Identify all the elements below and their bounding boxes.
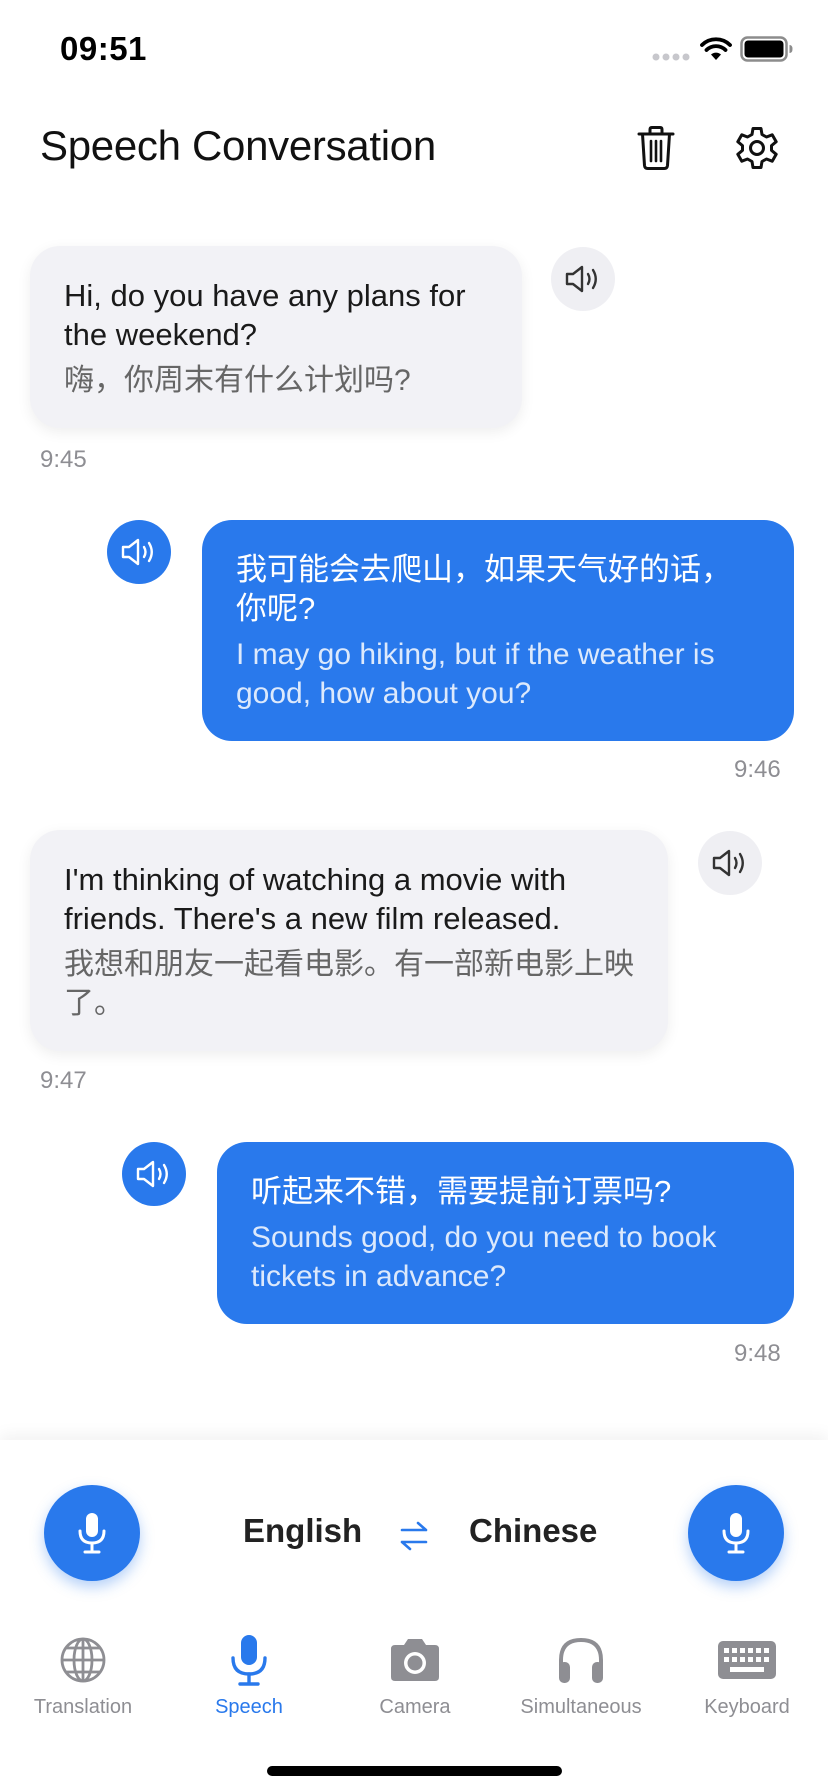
play-audio-button[interactable]: [551, 247, 615, 311]
message-original-text: 我可能会去爬山，如果天气好的话，你呢?: [236, 552, 732, 626]
speaker-icon: [565, 265, 597, 293]
tab-label: Keyboard: [704, 1696, 790, 1718]
globe-icon: [60, 1637, 106, 1683]
tab-label: Speech: [215, 1696, 283, 1718]
target-language-label[interactable]: Chinese: [469, 1512, 597, 1550]
record-chinese-button[interactable]: [688, 1485, 784, 1581]
message-timestamp: 9:47: [40, 1067, 87, 1094]
message-timestamp: 9:46: [734, 756, 781, 783]
tab-label: Simultaneous: [520, 1696, 642, 1718]
tab-translation[interactable]: Translation: [0, 1632, 166, 1732]
trash-icon: [637, 126, 675, 170]
swap-languages-button[interactable]: [396, 1518, 432, 1554]
status-bar: 09:51: [0, 0, 828, 100]
settings-button[interactable]: [727, 118, 787, 178]
message-original-text: 听起来不错，需要提前订票吗?: [251, 1174, 672, 1209]
record-english-button[interactable]: [44, 1485, 140, 1581]
message-original-text: I'm thinking of watching a movie with fr…: [64, 862, 567, 936]
message-timestamp: 9:45: [40, 446, 87, 473]
speaker-icon: [712, 849, 744, 877]
speaker-icon: [121, 538, 153, 566]
swap-arrows-icon: [400, 1521, 428, 1551]
message-translated-text: 嗨，你周末有什么计划吗?: [64, 364, 411, 397]
message-translated-text: Sounds good, do you need to book tickets…: [251, 1221, 717, 1293]
battery-icon: [740, 36, 793, 62]
source-language-label[interactable]: English: [243, 1512, 362, 1550]
message-bubble-outgoing: 我可能会去爬山，如果天气好的话，你呢? I may go hiking, but…: [202, 520, 794, 741]
gear-icon: [736, 127, 778, 169]
page-title: Speech Conversation: [40, 122, 436, 169]
message-translated-text: 我想和朋友一起看电影。有一部新电影上映了。: [64, 948, 634, 1020]
message-bubble-incoming: I'm thinking of watching a movie with fr…: [30, 830, 668, 1051]
message-bubble-incoming: Hi, do you have any plans for the weeken…: [30, 246, 522, 428]
tab-label: Translation: [33, 1696, 133, 1718]
tab-speech[interactable]: Speech: [166, 1632, 332, 1732]
speaker-icon: [136, 1160, 168, 1188]
status-time: 09:51: [60, 30, 147, 67]
microphone-icon: [231, 1635, 267, 1686]
delete-button[interactable]: [626, 118, 686, 178]
wifi-icon: [700, 37, 732, 60]
tab-keyboard[interactable]: Keyboard: [664, 1632, 828, 1732]
camera-icon: [391, 1639, 439, 1681]
tab-label: Camera: [379, 1696, 451, 1718]
play-audio-button[interactable]: [122, 1142, 186, 1206]
tab-camera[interactable]: Camera: [332, 1632, 498, 1732]
message-timestamp: 9:48: [734, 1340, 781, 1367]
keyboard-icon: [718, 1641, 776, 1679]
headphones-icon: [559, 1637, 603, 1683]
play-audio-button[interactable]: [107, 520, 171, 584]
play-audio-button[interactable]: [698, 831, 762, 895]
microphone-icon: [78, 1513, 106, 1554]
microphone-icon: [722, 1513, 750, 1554]
message-translated-text: I may go hiking, but if the weather is g…: [236, 638, 715, 710]
tab-simultaneous[interactable]: Simultaneous: [498, 1632, 664, 1732]
message-bubble-outgoing: 听起来不错，需要提前订票吗? Sounds good, do you need …: [217, 1142, 794, 1324]
cellular-signal-icon: [652, 53, 690, 61]
bottom-panel: [0, 1440, 828, 1792]
message-original-text: Hi, do you have any plans for the weeken…: [64, 278, 466, 352]
home-indicator: [267, 1766, 562, 1776]
